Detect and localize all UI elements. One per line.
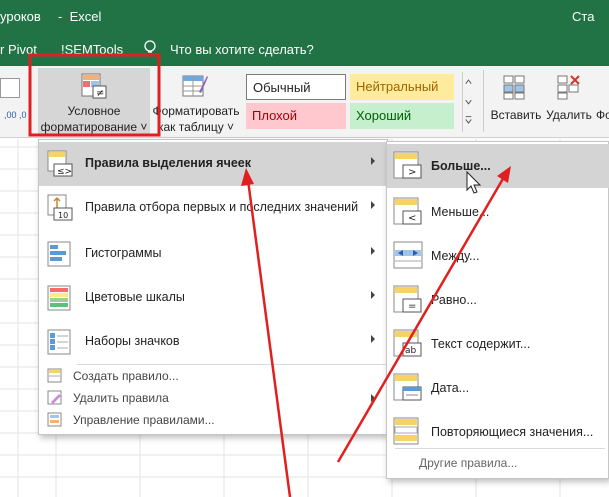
lightbulb-icon[interactable]: [143, 40, 157, 58]
decimal-buttons[interactable]: ,00 ,0: [4, 110, 27, 120]
style-good[interactable]: Хороший: [350, 103, 454, 129]
submenu-item-less-than[interactable]: < Меньше...: [387, 190, 609, 234]
clear-rules-icon: [47, 390, 62, 405]
menu-item-label: Создать правило...: [73, 369, 179, 383]
submenu-item-label: Между...: [431, 249, 480, 263]
insert-cells-button[interactable]: Вставить: [490, 68, 542, 134]
submenu-separator: [395, 448, 605, 449]
menu-item-color-scales[interactable]: Цветовые шкалы: [39, 276, 387, 320]
top-bottom-rules-icon: 10: [47, 194, 73, 221]
menu-item-new-rule[interactable]: Создать правило...: [39, 365, 387, 387]
submenu-item-label: Дата...: [431, 381, 470, 395]
highlight-rules-icon: ≤>: [47, 150, 73, 177]
submenu-item-between[interactable]: Между...: [387, 234, 609, 278]
between-icon: [393, 241, 423, 269]
insert-label: Вставить: [490, 108, 542, 122]
new-rule-icon: [47, 368, 62, 383]
submenu-more-rules[interactable]: Другие правила...: [419, 456, 517, 470]
submenu-item-label: Больше...: [431, 159, 491, 173]
title-bar: уроков - Excel Ста: [0, 0, 609, 33]
chevron-right-icon: [371, 394, 375, 402]
style-neutral[interactable]: Нейтральный: [350, 74, 454, 100]
tell-me-search[interactable]: Что вы хотите сделать?: [170, 42, 314, 57]
svg-text:ab: ab: [405, 346, 417, 356]
menu-item-label: Гистограммы: [85, 246, 162, 260]
delete-cells-icon: [557, 75, 580, 100]
submenu-item-text-contains[interactable]: ab Текст содержит...: [387, 322, 609, 366]
text-contains-icon: ab: [393, 329, 422, 357]
highlight-rules-submenu: > Больше... < Меньше... Между... = Равно…: [386, 141, 609, 479]
chevron-right-icon: [371, 201, 375, 209]
chevron-right-icon: [371, 291, 375, 299]
submenu-item-greater-than[interactable]: > Больше...: [387, 144, 609, 188]
ribbon: ,00 ,0 ≠ Условное форматирование ˅ Форма…: [0, 66, 609, 138]
greater-than-icon: >: [393, 151, 422, 179]
submenu-item-label: Повторяющиеся значения...: [431, 425, 594, 439]
submenu-item-date[interactable]: Дата...: [387, 366, 609, 410]
menu-item-top-bottom-rules[interactable]: 10 Правила отбора первых и последних зна…: [39, 186, 387, 230]
delete-cells-button[interactable]: Удалить: [544, 68, 594, 134]
submenu-item-label: Равно...: [431, 293, 477, 307]
format-as-table-button[interactable]: Форматировать как таблицу ˅: [151, 68, 241, 134]
style-bad[interactable]: Плохой: [246, 103, 346, 129]
chevron-right-icon: [371, 247, 375, 255]
insert-cells-icon: [503, 75, 525, 100]
ribbon-tabs-bar: r Pivot !SEMTools Что вы хотите сделать?: [0, 33, 609, 66]
menu-item-clear-rules[interactable]: Удалить правила: [39, 387, 387, 409]
document-title: уроков: [0, 9, 41, 24]
manage-rules-icon: [47, 412, 62, 427]
submenu-item-label: Меньше...: [431, 205, 490, 219]
equal-to-icon: =: [393, 285, 422, 313]
conditional-formatting-button[interactable]: ≠ Условное форматирование ˅: [38, 68, 150, 134]
style-normal[interactable]: Обычный: [246, 74, 346, 100]
svg-text:≠: ≠: [96, 88, 104, 99]
cond-format-label-1: Условное: [67, 104, 121, 118]
menu-item-label: Наборы значков: [85, 334, 180, 348]
svg-text:10: 10: [58, 211, 68, 220]
menu-item-label: Правила выделения ячеек: [85, 156, 251, 170]
icon-sets-icon: [47, 329, 71, 355]
conditional-formatting-menu: ≤> Правила выделения ячеек 10 Правила от…: [38, 139, 388, 435]
chevron-right-icon: [371, 335, 375, 343]
app-title: - Excel: [58, 9, 102, 24]
format-label: Фо: [596, 108, 609, 122]
menu-item-label: Управление правилами...: [73, 413, 215, 427]
delete-label: Удалить: [546, 108, 592, 122]
menu-item-highlight-rules[interactable]: ≤> Правила выделения ячеек: [39, 142, 387, 186]
submenu-item-label: Текст содержит...: [431, 337, 531, 351]
menu-item-label: Правила отбора первых и последних значен…: [85, 200, 359, 214]
styles-gallery-scroll[interactable]: [462, 72, 474, 132]
less-than-icon: <: [393, 197, 422, 225]
submenu-item-equal-to[interactable]: = Равно...: [387, 278, 609, 322]
color-scales-icon: [47, 285, 71, 311]
svg-text:=: =: [408, 301, 416, 312]
tab-power-pivot[interactable]: r Pivot: [0, 42, 37, 57]
title-right-text: Ста: [572, 9, 595, 24]
cond-format-label-2: форматирование ˅: [40, 120, 148, 134]
format-table-label-1: Форматировать: [152, 104, 240, 118]
format-cells-button[interactable]: Фо: [594, 68, 609, 134]
format-table-label-2: как таблицу ˅: [157, 120, 235, 134]
menu-item-data-bars[interactable]: Гистограммы: [39, 232, 387, 276]
duplicate-values-icon: [393, 417, 419, 445]
menu-item-label: Удалить правила: [73, 391, 169, 405]
menu-item-label: Цветовые шкалы: [85, 290, 185, 304]
date-occurring-icon: [393, 373, 422, 401]
ribbon-separator: [483, 70, 484, 132]
menu-item-icon-sets[interactable]: Наборы значков: [39, 320, 387, 364]
menu-item-manage-rules[interactable]: Управление правилами...: [39, 409, 387, 431]
chevron-right-icon: [371, 157, 375, 165]
format-as-table-icon: [182, 75, 208, 97]
conditional-formatting-icon: ≠: [81, 73, 107, 99]
svg-text:≤>: ≤>: [57, 167, 72, 177]
tab-semtools[interactable]: !SEMTools: [61, 42, 123, 57]
number-format-dropdown[interactable]: [0, 78, 20, 98]
svg-text:>: >: [408, 167, 416, 178]
data-bars-icon: [47, 241, 71, 267]
svg-text:<: <: [408, 213, 416, 224]
